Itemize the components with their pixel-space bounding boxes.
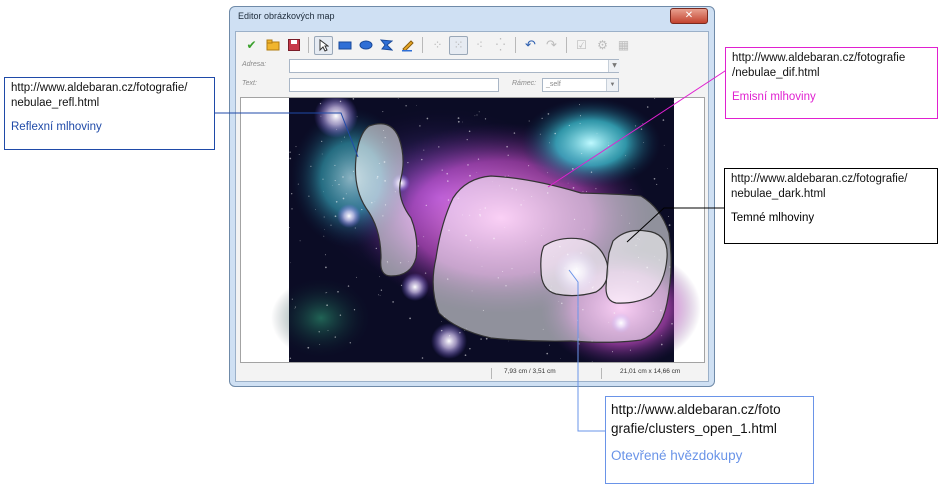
callout-emission-name: Emisní mlhoviny: [732, 91, 816, 103]
callout-clusters-url: http://www.aldebaran.cz/foto grafie/clus…: [611, 402, 781, 436]
callout-clusters-name: Otevřené hvězdokupy: [611, 448, 743, 463]
callout-dark: http://www.aldebaran.cz/fotografie/ nebu…: [724, 168, 938, 244]
connector-reflection: [215, 112, 359, 158]
callout-dark-url: http://www.aldebaran.cz/fotografie/ nebu…: [731, 173, 908, 200]
connector-dark: [626, 207, 724, 243]
connector-clusters: [568, 269, 605, 432]
callout-reflection: http://www.aldebaran.cz/fotografie/ nebu…: [4, 77, 215, 150]
callout-dark-name: Temné mlhoviny: [731, 212, 815, 224]
callout-emission-url: http://www.aldebaran.cz/fotografie /nebu…: [732, 52, 906, 79]
callout-reflection-name: Reflexní mlhoviny: [11, 121, 102, 133]
callout-clusters: http://www.aldebaran.cz/foto grafie/clus…: [605, 396, 814, 484]
callout-reflection-url: http://www.aldebaran.cz/fotografie/ nebu…: [11, 82, 188, 109]
connector-emission: [547, 70, 733, 188]
callout-emission: http://www.aldebaran.cz/fotografie /nebu…: [725, 47, 938, 119]
